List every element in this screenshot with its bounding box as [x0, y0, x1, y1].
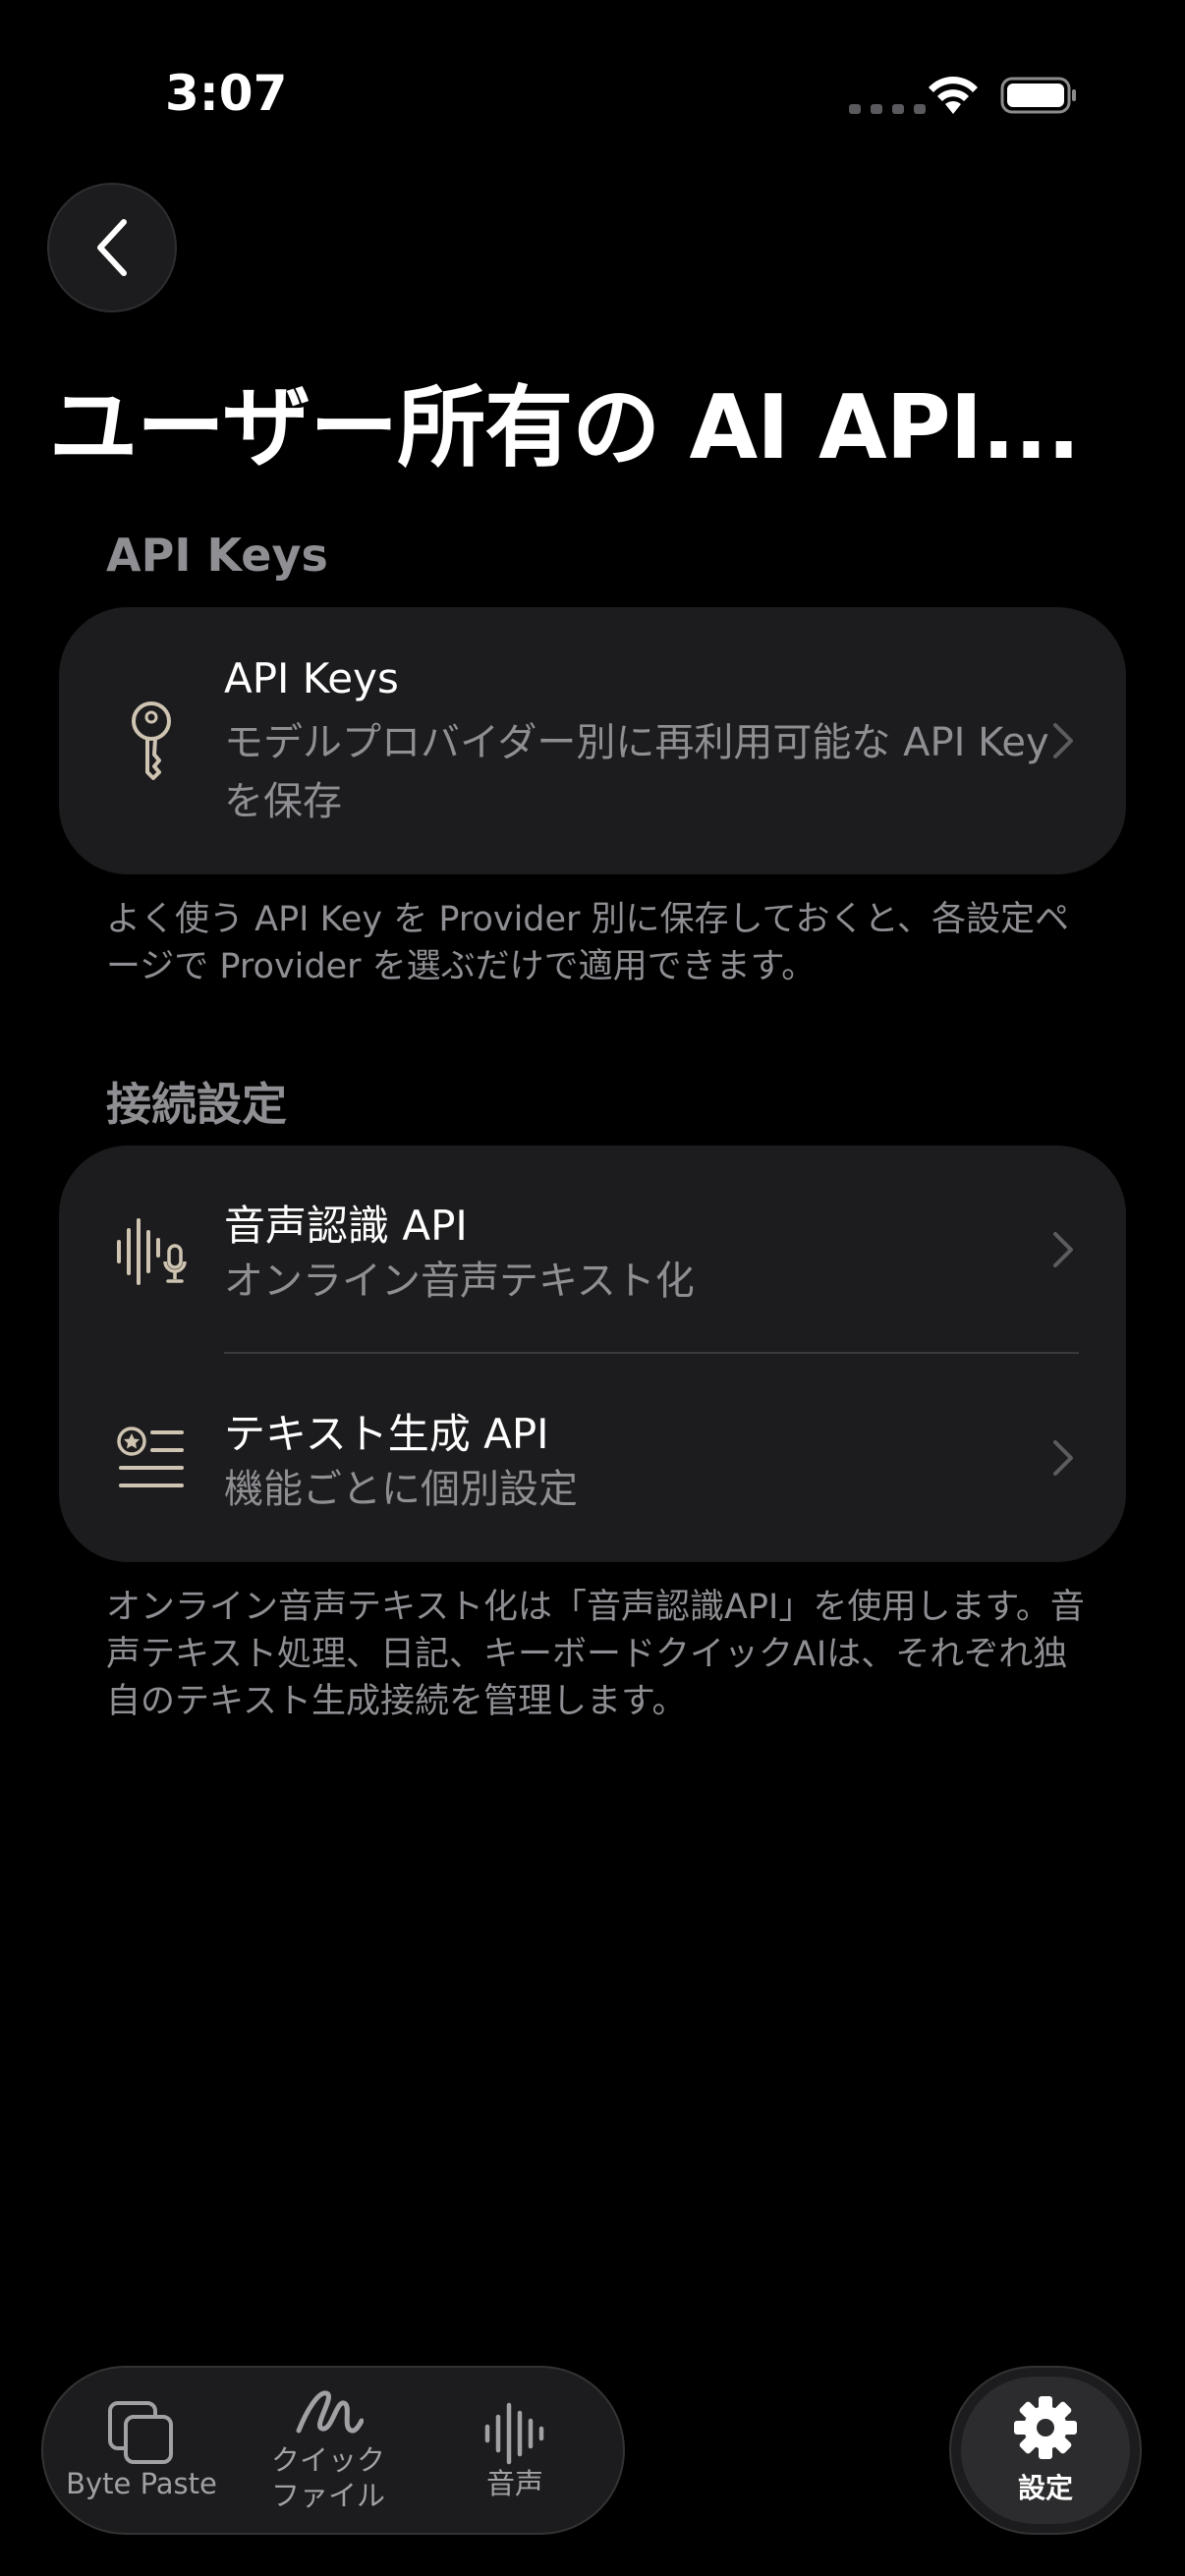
battery-icon	[1000, 77, 1076, 114]
tab-settings-label: 設定	[1017, 2472, 1073, 2504]
tab-voice-label: 音声	[485, 2467, 543, 2500]
chevron-right-icon	[1053, 1440, 1073, 1476]
text-generation-api-title: テキスト生成 API	[224, 1410, 549, 1458]
tab-voice[interactable]: 音声	[426, 2368, 603, 2533]
tab-byte-paste[interactable]: Byte Paste	[53, 2368, 230, 2533]
wifi-icon	[929, 77, 978, 114]
back-button[interactable]	[47, 183, 177, 312]
connection-footnote: オンライン音声テキスト化は「音声認識API」を使用します。音声テキスト処理、日記…	[106, 1588, 1085, 1721]
cellular-signal-icon	[849, 104, 926, 114]
speech-recognition-api-subtitle: オンライン音声テキスト化	[224, 1259, 695, 1304]
tab-settings[interactable]: 設定	[949, 2366, 1142, 2535]
page-title: ユーザー所有の AI API...	[49, 376, 1081, 479]
api-keys-row-subtitle: モデルプロバイダー別に再利用可能な API Key を保存	[224, 720, 1049, 824]
api-keys-row[interactable]: API Keys モデルプロバイダー別に再利用可能な API Key を保存	[59, 607, 1126, 874]
status-time: 3:07	[165, 65, 288, 122]
api-keys-card: API Keys モデルプロバイダー別に再利用可能な API Key を保存	[59, 607, 1126, 874]
speech-recognition-api-row[interactable]: 音声認識 API オンライン音声テキスト化	[59, 1146, 1126, 1354]
key-icon	[102, 700, 200, 784]
tab-bar: Byte Paste クイック ファイル 音声	[41, 2366, 625, 2535]
section-header-api-keys: API Keys	[106, 529, 328, 582]
tab-quick-file-label: クイック ファイル	[270, 2443, 385, 2512]
text-generation-api-subtitle: 機能ごとに個別設定	[224, 1467, 578, 1512]
text-generation-api-row[interactable]: テキスト生成 API 機能ごとに個別設定	[59, 1354, 1126, 1562]
connection-card: 音声認識 API オンライン音声テキスト化 テキスト生成 API 機能ごとに個別…	[59, 1146, 1126, 1562]
tab-quick-file[interactable]: クイック ファイル	[240, 2368, 417, 2533]
waveform-icon	[484, 2402, 544, 2465]
text-list-star-icon	[102, 1427, 200, 1489]
scribble-icon	[296, 2390, 364, 2434]
api-keys-row-title: API Keys	[224, 654, 399, 702]
speech-recognition-api-title: 音声認識 API	[224, 1202, 468, 1250]
gear-icon	[1014, 2396, 1077, 2459]
copy-icon	[108, 2401, 173, 2464]
tab-byte-paste-label: Byte Paste	[66, 2467, 217, 2500]
waveform-mic-icon	[102, 1216, 200, 1287]
chevron-right-icon	[1053, 723, 1073, 758]
section-header-connection: 接続設定	[106, 1078, 287, 1131]
api-keys-footnote: よく使う API Key を Provider 別に保存しておくと、各設定ページ…	[106, 900, 1070, 986]
chevron-right-icon	[1053, 1232, 1073, 1267]
chevron-left-icon	[97, 219, 127, 276]
